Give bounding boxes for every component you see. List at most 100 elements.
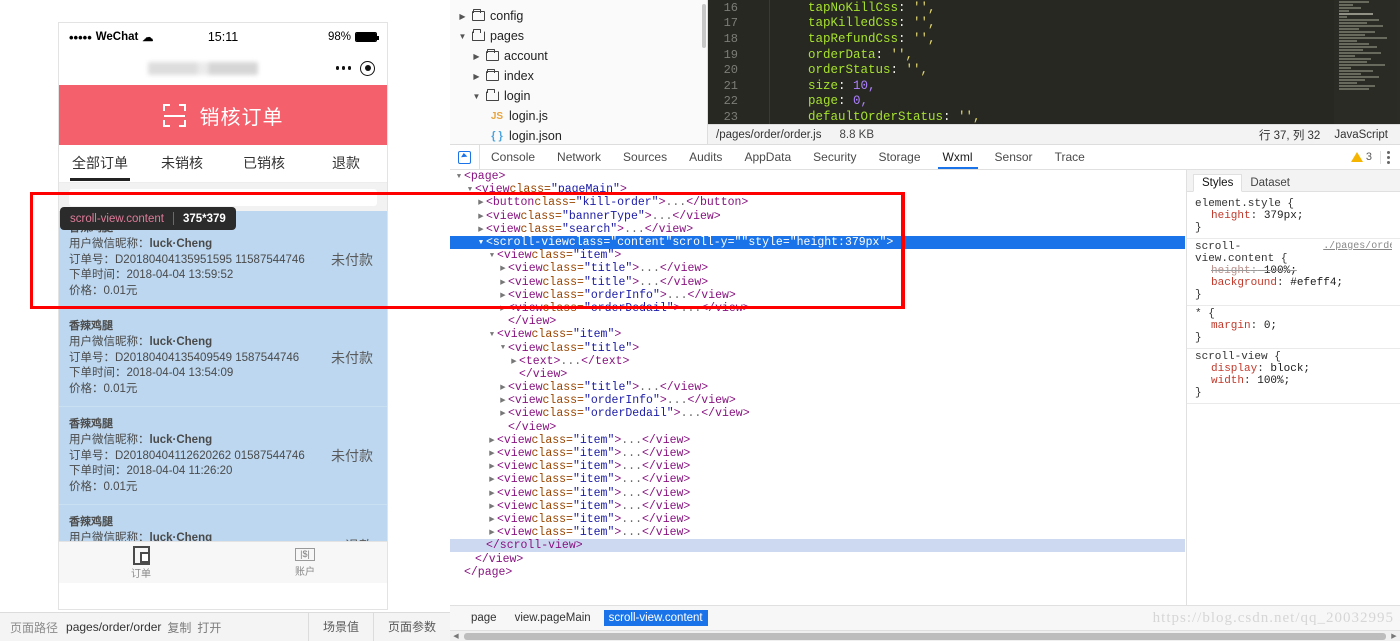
breadcrumb-item-view-pagemain[interactable]: view.pageMain <box>510 610 596 626</box>
wxml-node[interactable]: ▶ <view class= "orderDedail" >... </view> <box>450 302 1185 315</box>
more-dots-icon[interactable] <box>335 66 351 70</box>
wxml-node[interactable]: ▶ <view class= "item" >... </view> <box>450 447 1185 460</box>
code-minimap[interactable] <box>1334 0 1400 124</box>
breadcrumb-item-page[interactable]: page <box>466 610 502 626</box>
chevron-down-icon[interactable]: ▼ <box>476 239 486 247</box>
chevron-right-icon[interactable]: ▶ <box>487 515 497 524</box>
chevron-right-icon[interactable]: ▶ <box>458 12 467 21</box>
tab-dataset[interactable]: Dataset <box>1242 175 1298 191</box>
wxml-node[interactable]: </view> <box>450 552 1185 566</box>
kebab-menu-icon[interactable] <box>1380 150 1390 164</box>
chevron-right-icon[interactable]: ▶ <box>498 409 508 418</box>
chevron-right-icon[interactable]: ▶ <box>498 264 508 273</box>
file-tree-item-login-js[interactable]: JS login.js <box>450 106 707 126</box>
tab-appdata[interactable]: AppData <box>733 145 802 169</box>
devtools-tab-bar[interactable]: Console Network Sources Audits AppData S… <box>450 145 1400 170</box>
chevron-down-icon[interactable]: ▼ <box>487 331 497 339</box>
chevron-right-icon[interactable]: ▶ <box>476 198 486 207</box>
style-property[interactable]: display: block; <box>1195 363 1392 375</box>
tab-console[interactable]: Console <box>480 145 546 169</box>
styles-panel[interactable]: Styles Dataset element.style {height: 37… <box>1186 170 1400 605</box>
order-scroll-view[interactable]: 香辣鸡腿 用户微信昵称：luck·Cheng 订单号：D201804041359… <box>59 211 387 541</box>
chevron-right-icon[interactable]: ▶ <box>498 304 508 313</box>
wxml-dom-tree[interactable]: ▼ <page> ▼ <view class= "pageMain" > ▶ <button … <box>450 170 1185 605</box>
file-tree-scrollbar[interactable] <box>702 4 706 48</box>
code-editor[interactable]: 16 tapNoKillCss: '', 17 tapKilledCss: '', … <box>708 0 1400 124</box>
order-list-item[interactable]: 香辣鸡腿 用户微信昵称：luck·Cheng 订单号：D201804041126… <box>59 407 387 505</box>
chevron-right-icon[interactable]: ▶ <box>498 278 508 287</box>
wxml-node[interactable]: ▶ <view class= "item" >... </view> <box>450 460 1185 473</box>
chevron-right-icon[interactable]: ▶ <box>476 225 486 234</box>
wxml-node[interactable]: ▼ <view class= "item" > <box>450 249 1185 262</box>
chevron-down-icon[interactable]: ▼ <box>487 252 497 260</box>
wxml-node[interactable]: ▶ <view class= "title" >... </view> <box>450 262 1185 275</box>
order-filter-tabs[interactable]: 全部订单 未销核 已销核 退款 <box>59 145 387 183</box>
order-list-item[interactable]: 香辣鸡腿 用户微信昵称：luck·Cheng 订单号：D201804031335… <box>59 505 387 541</box>
chevron-right-icon[interactable]: ▶ <box>487 449 497 458</box>
wxml-node[interactable]: ▶ <view class= "search" >... </view> <box>450 223 1185 236</box>
tab-wxml[interactable]: Wxml <box>932 145 984 169</box>
file-tree-item-login-json[interactable]: { } login.json <box>450 126 707 144</box>
style-property[interactable]: height: 100%; <box>1195 265 1392 277</box>
wxml-node[interactable]: </view> <box>450 368 1185 381</box>
style-property[interactable]: background: #efeff4; <box>1195 277 1392 289</box>
horizontal-scrollbar[interactable]: ◀ ▶ <box>450 630 1400 641</box>
tab-audits[interactable]: Audits <box>678 145 733 169</box>
page-params-button[interactable]: 页面参数 <box>372 612 450 641</box>
wxml-node[interactable]: ▶ <view class= "item" >... </view> <box>450 487 1185 500</box>
file-tree-item-index[interactable]: ▶ index <box>450 66 707 86</box>
wxml-node[interactable]: ▶ <view class= "title" >... </view> <box>450 381 1185 394</box>
wxml-node[interactable]: ▶ <button class= "kill-order" >... </button> <box>450 196 1185 209</box>
phone-tabbar[interactable]: 订单 |$| 账户 <box>59 541 387 583</box>
chevron-right-icon[interactable]: ▶ <box>487 436 497 445</box>
file-tree-item-pages[interactable]: ▼ pages <box>450 26 707 46</box>
scroll-left-arrow-icon[interactable]: ◀ <box>450 632 462 640</box>
chevron-right-icon[interactable]: ▶ <box>487 502 497 511</box>
wxml-node[interactable]: ▼ <view class= "pageMain" > <box>450 183 1185 196</box>
chevron-right-icon[interactable]: ▶ <box>476 212 486 221</box>
file-tree-item-login[interactable]: ▼ login <box>450 86 707 106</box>
style-property[interactable]: margin: 0; <box>1195 320 1392 332</box>
tab-trace[interactable]: Trace <box>1044 145 1096 169</box>
wxml-node[interactable]: ▼ <view class= "item" > <box>450 328 1185 341</box>
wxml-node[interactable]: </view> <box>450 315 1185 328</box>
style-property[interactable]: height: 379px; <box>1195 210 1392 222</box>
chevron-right-icon[interactable]: ▶ <box>472 72 481 81</box>
chevron-down-icon[interactable]: ▼ <box>458 32 467 41</box>
wxml-node[interactable]: ▶ <view class= "title" >... </view> <box>450 276 1185 289</box>
chevron-right-icon[interactable]: ▶ <box>509 357 519 366</box>
chevron-down-icon[interactable]: ▼ <box>454 173 464 181</box>
wxml-node[interactable]: </view> <box>450 421 1185 434</box>
file-tree-item-config[interactable]: ▶ config <box>450 6 707 26</box>
styles-panel-tabs[interactable]: Styles Dataset <box>1187 170 1400 192</box>
wxml-node[interactable]: ▶ <view class= "item" >... </view> <box>450 473 1185 486</box>
tab-all-orders[interactable]: 全部订单 <box>59 153 141 181</box>
chevron-right-icon[interactable]: ▶ <box>487 475 497 484</box>
style-rule[interactable]: scroll-view.content {./pages/orde…height… <box>1187 239 1400 306</box>
order-list-item[interactable]: 香辣鸡腿 用户微信昵称：luck·Cheng 订单号：D201804041354… <box>59 309 387 407</box>
open-path-button[interactable]: 打开 <box>191 619 221 636</box>
wxml-node[interactable]: ▶ <view class= "orderInfo" >... </view> <box>450 394 1185 407</box>
chevron-right-icon[interactable]: ▶ <box>487 462 497 471</box>
style-rule[interactable]: scroll-view {display: block; width: 100%;… <box>1187 349 1400 404</box>
copy-path-button[interactable]: 复制 <box>161 619 191 636</box>
kill-order-banner[interactable]: 销核订单 <box>59 85 387 145</box>
chevron-right-icon[interactable]: ▶ <box>498 383 508 392</box>
tab-security[interactable]: Security <box>802 145 867 169</box>
tab-network[interactable]: Network <box>546 145 612 169</box>
chevron-right-icon[interactable]: ▶ <box>487 489 497 498</box>
tab-unkilled[interactable]: 未销核 <box>141 153 223 175</box>
inspect-element-button[interactable] <box>450 145 480 169</box>
wxml-node[interactable]: ▶ <text>... </text> <box>450 355 1185 368</box>
wxml-node-selected[interactable]: ▼ <scroll-view class= "content" scroll-y= "… <box>450 235 1185 250</box>
chevron-down-icon[interactable]: ▼ <box>498 344 508 352</box>
wxml-node[interactable]: ▶ <view class= "bannerType" >... </view> <box>450 210 1185 223</box>
tab-storage[interactable]: Storage <box>868 145 932 169</box>
wxml-node[interactable]: </page> <box>450 566 1185 579</box>
tab-styles[interactable]: Styles <box>1193 174 1243 192</box>
wxml-node[interactable]: ▼ <page> <box>450 170 1185 183</box>
file-explorer[interactable]: ▶ config ▼ pages ▶ account ▶ index ▼ log… <box>450 0 708 145</box>
wxml-node[interactable]: ▶ <view class= "item" >... </view> <box>450 513 1185 526</box>
wxml-node[interactable]: ▶ <view class= "item" >... </view> <box>450 500 1185 513</box>
file-tree-item-account[interactable]: ▶ account <box>450 46 707 66</box>
